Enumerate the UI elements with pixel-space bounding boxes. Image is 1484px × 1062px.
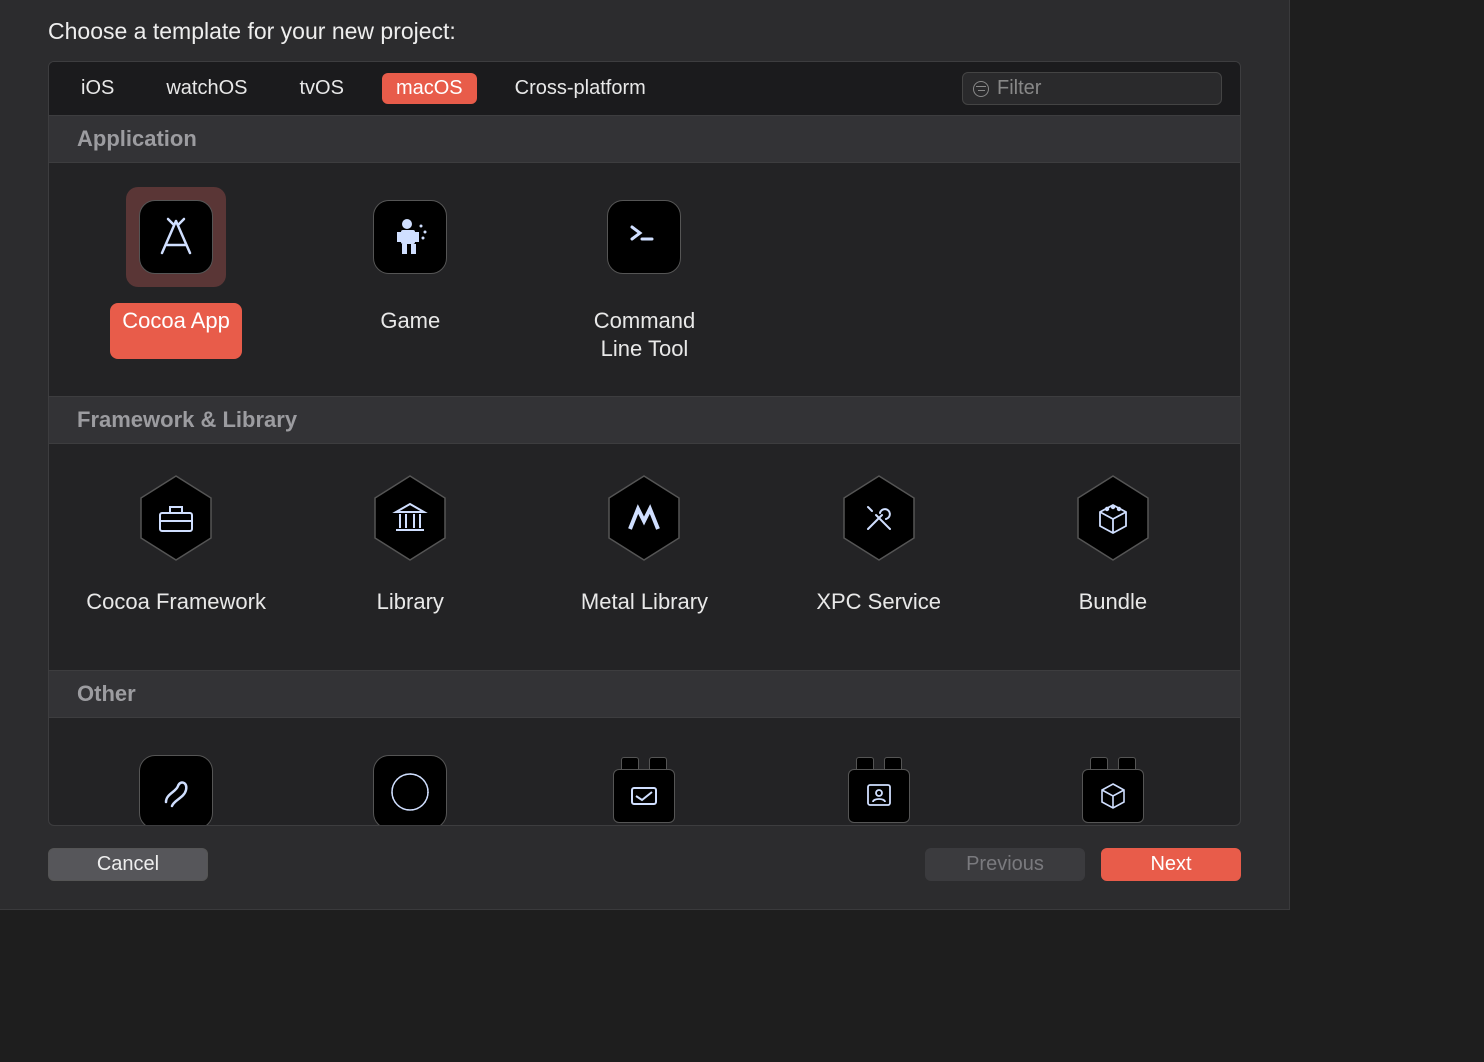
template-metal-library[interactable]: Metal Library (527, 458, 761, 646)
game-sprite-icon (373, 200, 447, 274)
filter-icon (973, 81, 989, 97)
cancel-button[interactable]: Cancel (48, 848, 208, 881)
template-game[interactable]: Game (293, 177, 527, 372)
template-applescript-app[interactable]: AppleScript App (59, 732, 293, 825)
template-label: Game (368, 303, 452, 359)
filter-field[interactable] (962, 72, 1222, 105)
template-label: Cocoa App (110, 303, 242, 359)
template-label: XPC Service (804, 584, 953, 640)
next-button[interactable]: Next (1101, 848, 1241, 881)
template-cocoa-framework[interactable]: Cocoa Framework (59, 458, 293, 646)
columns-icon (371, 474, 449, 562)
template-automator-action[interactable]: Automator Action (527, 732, 761, 825)
template-generic-kernel[interactable]: Generic Kernel (996, 732, 1230, 825)
metal-m-icon (605, 474, 683, 562)
bundle-box-icon (1076, 755, 1150, 825)
template-label: Metal Library (569, 584, 720, 640)
template-cocoa-app[interactable]: Cocoa App (59, 177, 293, 372)
template-scroll-area[interactable]: Application Cocoa App (49, 116, 1240, 825)
script-icon (139, 755, 213, 825)
template-panel: iOS watchOS tvOS macOS Cross-platform Ap… (48, 61, 1241, 826)
template-label: Command Line Tool (582, 303, 707, 366)
tab-macos[interactable]: macOS (382, 73, 477, 104)
template-label: Bundle (1067, 584, 1160, 640)
section-grid-framework: Cocoa Framework Library (49, 444, 1240, 670)
template-label: Library (365, 584, 456, 640)
tab-cross-platform[interactable]: Cross-platform (501, 73, 660, 104)
app-a-icon (139, 200, 213, 274)
template-bundle[interactable]: Bundle (996, 458, 1230, 646)
toolbox-icon (137, 474, 215, 562)
compass-icon (373, 755, 447, 825)
template-safari-extension[interactable]: Safari Extension (293, 732, 527, 825)
template-xpc-service[interactable]: XPC Service (762, 458, 996, 646)
contacts-icon (842, 755, 916, 825)
section-grid-application: Cocoa App Game Com (49, 163, 1240, 396)
previous-button: Previous (925, 848, 1085, 881)
tools-icon (840, 474, 918, 562)
filter-input[interactable] (997, 77, 1211, 100)
tab-tvos[interactable]: tvOS (286, 73, 358, 104)
template-command-line-tool[interactable]: Command Line Tool (527, 177, 761, 372)
template-library[interactable]: Library (293, 458, 527, 646)
terminal-icon (607, 200, 681, 274)
section-header-framework: Framework & Library (49, 396, 1240, 444)
bundle-box-icon (1074, 474, 1152, 562)
tab-watchos[interactable]: watchOS (152, 73, 261, 104)
new-project-dialog: Choose a template for your new project: … (0, 0, 1290, 910)
template-contacts-action[interactable]: Contacts Action (762, 732, 996, 825)
tab-ios[interactable]: iOS (67, 73, 128, 104)
section-grid-other: AppleScript App Safari Extension (49, 718, 1240, 825)
dialog-title: Choose a template for your new project: (0, 0, 1289, 61)
dialog-footer: Cancel Previous Next (0, 826, 1289, 909)
section-header-application: Application (49, 116, 1240, 163)
template-label: Cocoa Framework (74, 584, 278, 640)
automator-icon (607, 755, 681, 825)
section-header-other: Other (49, 670, 1240, 718)
platform-tabbar: iOS watchOS tvOS macOS Cross-platform (49, 62, 1240, 116)
